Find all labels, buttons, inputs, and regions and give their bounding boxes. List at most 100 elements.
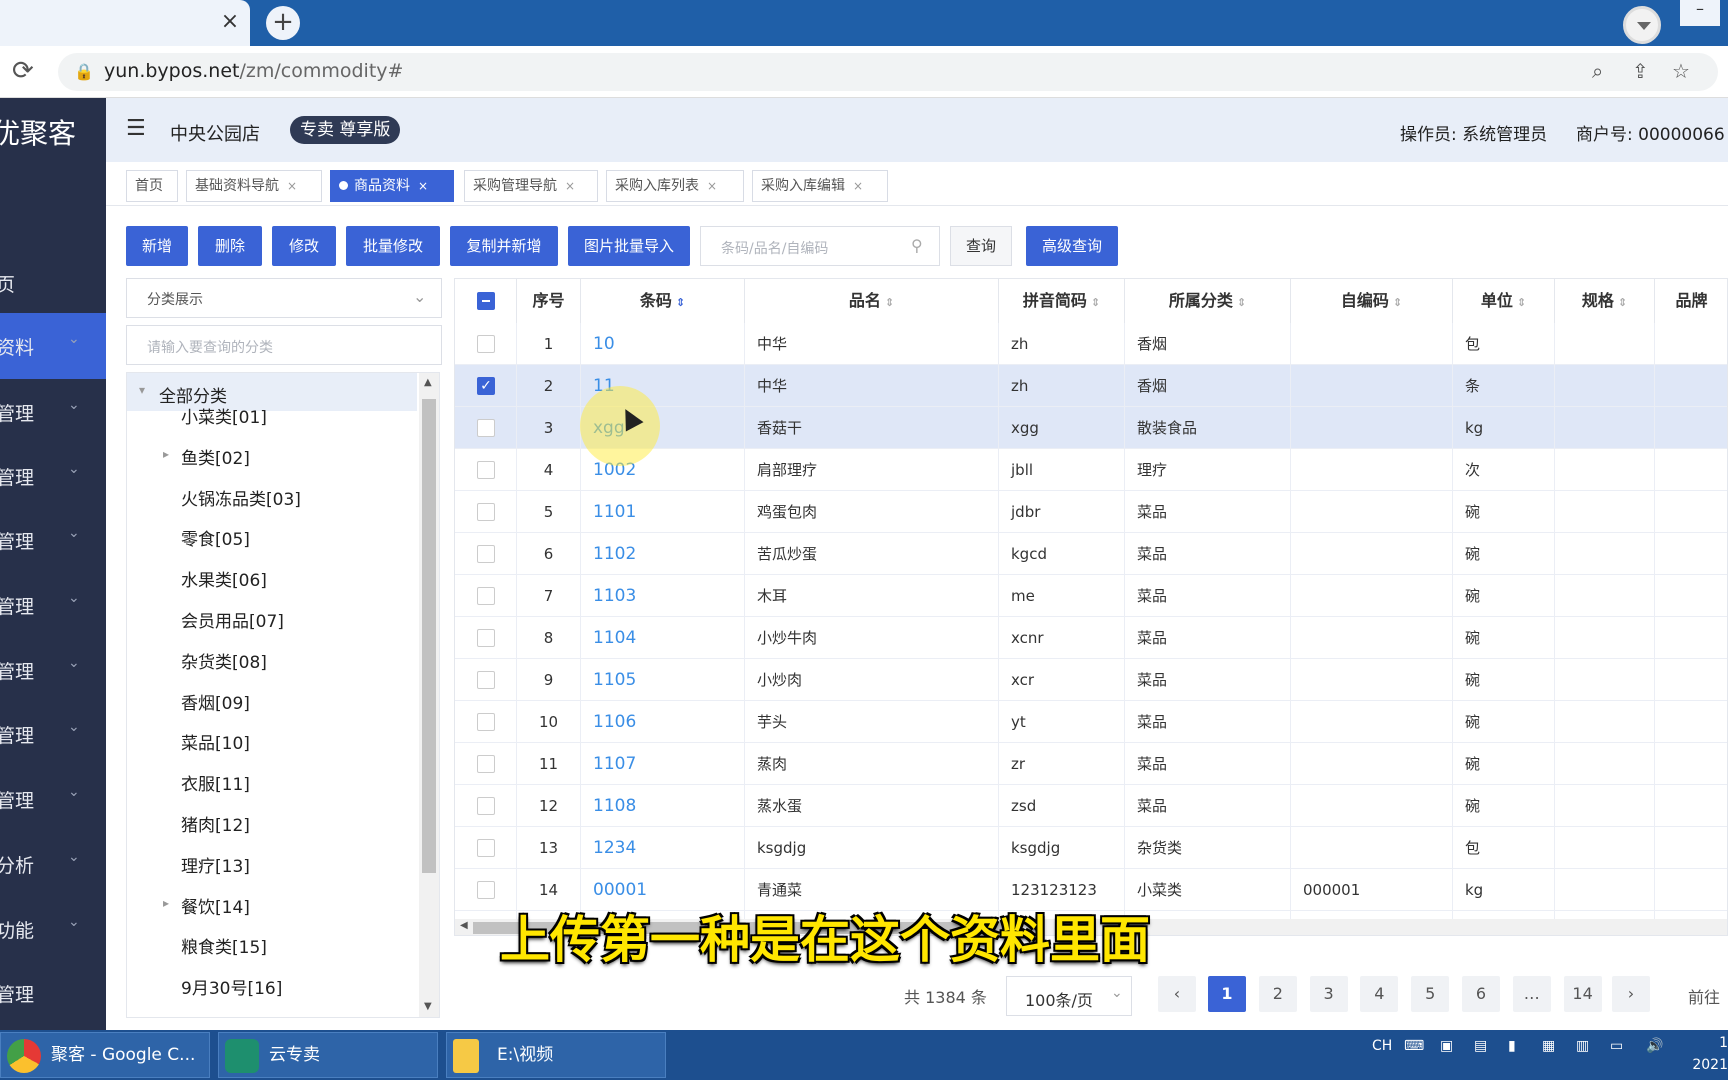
zoom-icon[interactable]: ⌕ bbox=[1592, 59, 1603, 83]
column-header[interactable]: 单位 ⇕ bbox=[1453, 279, 1555, 323]
table-row[interactable]: 10 1106 芋头 yt 菜品 碗 bbox=[455, 701, 1727, 743]
column-header[interactable]: 自编码 ⇕ bbox=[1291, 279, 1453, 323]
row-checkbox[interactable]: ✓ bbox=[477, 377, 495, 395]
expand-icon[interactable]: ▸ bbox=[163, 447, 169, 461]
sort-icon[interactable]: ⇕ bbox=[1091, 296, 1100, 309]
page-tab[interactable]: 采购入库编辑 × bbox=[752, 170, 888, 202]
tree-node[interactable]: ▸ 餐饮[14] bbox=[127, 883, 417, 924]
sidebar-item[interactable]: 功能 ⌄ bbox=[0, 896, 106, 962]
tree-node[interactable]: 水果类[06] bbox=[127, 556, 417, 597]
tree-node[interactable]: 会员用品[07] bbox=[127, 597, 417, 638]
table-row[interactable]: 6 1102 苦瓜炒蛋 kgcd 菜品 碗 bbox=[455, 533, 1727, 575]
row-checkbox[interactable] bbox=[477, 461, 495, 479]
battery-icon[interactable]: ▮ bbox=[1508, 1038, 1516, 1054]
page-tab[interactable]: 商品资料 × bbox=[330, 170, 454, 202]
select-all-checkbox[interactable] bbox=[477, 292, 495, 310]
bookmark-star-icon[interactable]: ☆ bbox=[1672, 59, 1690, 83]
page-button[interactable]: 6 bbox=[1462, 976, 1500, 1012]
row-checkbox[interactable] bbox=[477, 671, 495, 689]
cell-code[interactable]: 1108 bbox=[581, 785, 745, 827]
category-display-select[interactable]: 分类展示 ⌄ bbox=[126, 278, 442, 318]
sidebar-item[interactable]: 管理 bbox=[0, 960, 106, 1026]
edit-button[interactable]: 修改 bbox=[272, 226, 336, 266]
tree-node[interactable]: 粮食类[15] bbox=[127, 923, 417, 964]
tab-close-icon[interactable]: × bbox=[218, 10, 242, 34]
close-icon[interactable]: × bbox=[707, 179, 717, 193]
sidebar-item[interactable]: 管理 ⌄ bbox=[0, 443, 106, 509]
row-checkbox[interactable] bbox=[477, 797, 495, 815]
row-checkbox[interactable] bbox=[477, 587, 495, 605]
clock[interactable]: 1 2021 bbox=[1690, 1032, 1728, 1076]
tree-node[interactable]: 小菜类[01] bbox=[127, 393, 417, 434]
table-row[interactable]: 9 1105 小炒肉 xcr 菜品 碗 bbox=[455, 659, 1727, 701]
copy-add-button[interactable]: 复制并新增 bbox=[450, 226, 558, 266]
sidebar-item[interactable]: 资料 ⌄ bbox=[0, 313, 106, 379]
add-button[interactable]: 新增 bbox=[126, 226, 188, 266]
cell-code[interactable]: 1105 bbox=[581, 659, 745, 701]
prev-page-button[interactable]: ‹ bbox=[1158, 976, 1196, 1012]
tree-node[interactable]: 菜品[10] bbox=[127, 719, 417, 760]
product-search-input[interactable]: 条码/品名/自编码 ⚲ bbox=[700, 226, 940, 266]
sort-icon[interactable]: ⇕ bbox=[1517, 296, 1526, 309]
column-header[interactable]: 序号 bbox=[517, 279, 581, 323]
page-button[interactable]: 3 bbox=[1309, 976, 1348, 1012]
close-icon[interactable]: × bbox=[565, 179, 575, 193]
batch-edit-button[interactable]: 批量修改 bbox=[346, 226, 440, 266]
ime-indicator[interactable]: CH bbox=[1372, 1038, 1392, 1054]
scroll-thumb[interactable] bbox=[422, 399, 436, 873]
tree-node[interactable]: 零食[05] bbox=[127, 515, 417, 556]
tree-node[interactable]: 杂货类[08] bbox=[127, 638, 417, 679]
cell-code[interactable]: 10 bbox=[581, 323, 745, 365]
table-row[interactable]: 13 1234 ksgdjg ksgdjg 杂货类包 bbox=[455, 827, 1727, 869]
sidebar-item[interactable]: 管理 ⌄ bbox=[0, 766, 106, 832]
row-checkbox[interactable] bbox=[477, 419, 495, 437]
row-checkbox[interactable] bbox=[477, 839, 495, 857]
sidebar-item[interactable]: 管理 ⌄ bbox=[0, 572, 106, 638]
table-row[interactable]: 1 10 中华 zh 香烟 包 bbox=[455, 323, 1727, 365]
page-tab[interactable]: 首页 bbox=[126, 170, 178, 202]
page-button[interactable]: 1 bbox=[1208, 976, 1246, 1012]
sort-icon[interactable]: ⇕ bbox=[885, 296, 894, 309]
sort-icon[interactable]: ⇕ bbox=[1393, 296, 1402, 309]
column-header[interactable]: 所属分类 ⇕ bbox=[1125, 279, 1291, 323]
profile-icon[interactable] bbox=[1623, 6, 1661, 44]
share-icon[interactable]: ⇪ bbox=[1632, 59, 1649, 83]
page-button[interactable]: 5 bbox=[1411, 976, 1450, 1012]
column-header[interactable]: 品牌 bbox=[1655, 279, 1727, 323]
sidebar-item[interactable]: 管理 ⌄ bbox=[0, 701, 106, 767]
tree-node[interactable]: 香烟[09] bbox=[127, 679, 417, 720]
menu-toggle-icon[interactable]: ☰ bbox=[126, 116, 148, 141]
row-checkbox[interactable] bbox=[477, 629, 495, 647]
cell-code[interactable]: 1234 bbox=[581, 827, 745, 869]
keyboard-icon[interactable]: ⌨ bbox=[1404, 1038, 1424, 1054]
tree-node[interactable]: ▸ 鱼类[02] bbox=[127, 434, 417, 475]
volume-icon[interactable]: 🔊 bbox=[1646, 1038, 1663, 1054]
tree-node[interactable]: 猪肉[12] bbox=[127, 801, 417, 842]
sidebar-item[interactable]: 分析 ⌄ bbox=[0, 831, 106, 897]
scroll-up-icon[interactable]: ▲ bbox=[424, 377, 432, 388]
image-import-button[interactable]: 图片批量导入 bbox=[568, 226, 690, 266]
delete-button[interactable]: 删除 bbox=[198, 226, 262, 266]
scroll-down-icon[interactable]: ▼ bbox=[424, 1001, 432, 1012]
cell-code[interactable]: 1102 bbox=[581, 533, 745, 575]
sidebar-item[interactable]: 页 bbox=[0, 250, 106, 316]
column-header[interactable]: 条码 ⇕ bbox=[581, 279, 745, 323]
row-checkbox[interactable] bbox=[477, 713, 495, 731]
table-row[interactable]: 11 1107 蒸肉 zr 菜品 碗 bbox=[455, 743, 1727, 785]
network-icon[interactable]: ▭ bbox=[1610, 1038, 1623, 1054]
column-header[interactable]: 拼音简码 ⇕ bbox=[999, 279, 1125, 323]
table-row[interactable]: 12 1108 蒸水蛋 zsd 菜品 碗 bbox=[455, 785, 1727, 827]
sidebar-item[interactable]: 管理 ⌄ bbox=[0, 507, 106, 573]
tree-node[interactable]: 衣服[11] bbox=[127, 760, 417, 801]
tree-scrollbar[interactable]: ▲ ▼ bbox=[419, 373, 439, 1017]
cell-code[interactable]: 1106 bbox=[581, 701, 745, 743]
row-checkbox[interactable] bbox=[477, 335, 495, 353]
page-button[interactable]: … bbox=[1512, 976, 1551, 1012]
expand-icon[interactable]: ▸ bbox=[163, 896, 169, 910]
tray-app-icon[interactable]: ▣ bbox=[1440, 1038, 1453, 1054]
cell-code[interactable]: 1107 bbox=[581, 743, 745, 785]
taskbar-item-chrome[interactable]: 聚客 - Google C... bbox=[0, 1032, 210, 1078]
tree-node[interactable]: 9月30号[16] bbox=[127, 964, 417, 1005]
table-row[interactable]: 7 1103 木耳 me 菜品 碗 bbox=[455, 575, 1727, 617]
close-icon[interactable]: × bbox=[287, 179, 297, 193]
